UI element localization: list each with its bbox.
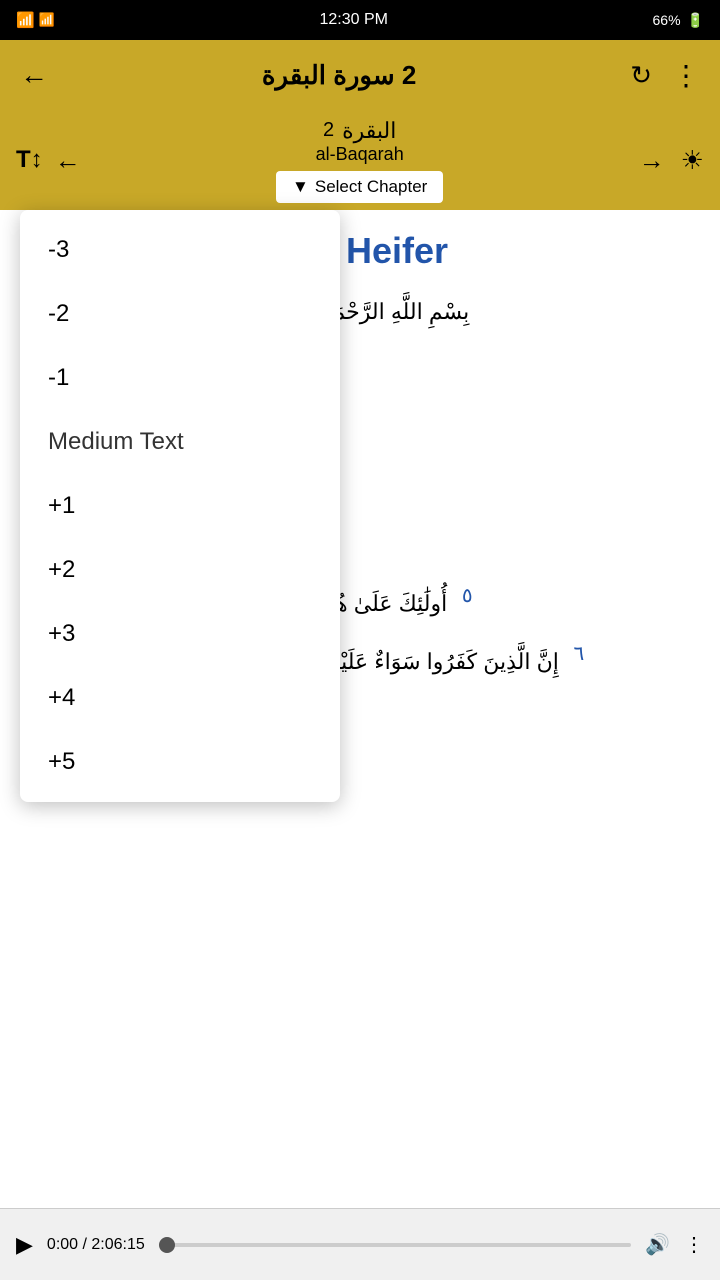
surah-number: 2 <box>323 119 334 142</box>
current-time: 0:00 <box>47 1236 78 1253</box>
font-size-minus3[interactable]: -3 <box>20 218 340 282</box>
surah-transliteration: al-Baqarah <box>316 144 404 165</box>
font-size-icon[interactable]: T↕ <box>16 146 43 174</box>
status-bar: 📶 📶 12:30 PM 66% 🔋 <box>0 0 720 40</box>
select-chapter-button[interactable]: ▼ Select Chapter <box>276 171 443 203</box>
ayah-number-6: ٦ <box>567 641 591 666</box>
dropdown-arrow-icon: ▼ <box>292 177 309 197</box>
select-chapter-label: Select Chapter <box>315 177 427 197</box>
toolbar-left: T↕ ← <box>16 145 81 176</box>
total-time: 2:06:15 <box>91 1236 144 1253</box>
toolbar-right: → ☀ <box>639 145 704 176</box>
surah-arabic: البقرة <box>342 118 396 144</box>
toolbar: T↕ ← 2 البقرة al-Baqarah ▼ Select Chapte… <box>0 110 720 210</box>
refresh-button[interactable]: ↻ <box>630 60 652 91</box>
font-size-minus1[interactable]: -1 <box>20 346 340 410</box>
more-options-button[interactable]: ⋮ <box>672 59 700 92</box>
progress-bar[interactable] <box>159 1243 631 1247</box>
app-bar-icons: ↻ ⋮ <box>630 59 700 92</box>
app-bar: ← 2 سورة البقرة ↻ ⋮ <box>0 40 720 110</box>
volume-button[interactable]: 🔊 <box>645 1232 670 1257</box>
font-size-plus1[interactable]: +1 <box>20 474 340 538</box>
font-size-plus4[interactable]: +4 <box>20 666 340 730</box>
toolbar-center: 2 البقرة al-Baqarah ▼ Select Chapter <box>276 118 443 203</box>
wifi-icon: 📶 <box>39 12 55 28</box>
next-chapter-button[interactable]: → <box>639 145 665 176</box>
battery-icon: 🔋 <box>687 12 704 29</box>
progress-indicator <box>159 1237 175 1253</box>
font-size-plus2[interactable]: +2 <box>20 538 340 602</box>
font-size-plus5[interactable]: +5 <box>20 730 340 794</box>
signal-bars: 📶 <box>16 11 35 29</box>
font-size-medium[interactable]: Medium Text <box>20 410 340 474</box>
brightness-button[interactable]: ☀ <box>681 145 704 176</box>
dropdown-menu: -3 -2 -1 Medium Text +1 +2 +3 +4 +5 <box>20 210 340 802</box>
audio-player: ▶ 0:00 / 2:06:15 🔊 ⋮ <box>0 1208 720 1280</box>
back-button[interactable]: ← <box>20 59 48 91</box>
font-size-plus3[interactable]: +3 <box>20 602 340 666</box>
battery-status: 66% 🔋 <box>653 12 704 29</box>
ayah-number-5: ٥ <box>455 583 479 608</box>
audio-more-button[interactable]: ⋮ <box>684 1232 704 1257</box>
status-time: 12:30 PM <box>319 11 387 29</box>
play-button[interactable]: ▶ <box>16 1232 33 1258</box>
app-title: 2 سورة البقرة <box>262 60 416 91</box>
toolbar-container: T↕ ← 2 البقرة al-Baqarah ▼ Select Chapte… <box>0 110 720 210</box>
signal-indicator: 📶 📶 <box>16 11 55 29</box>
surah-info: 2 البقرة al-Baqarah <box>316 118 404 165</box>
font-size-minus2[interactable]: -2 <box>20 282 340 346</box>
time-display: 0:00 / 2:06:15 <box>47 1236 145 1254</box>
prev-chapter-button[interactable]: ← <box>55 145 81 176</box>
battery-percentage: 66% <box>653 12 681 28</box>
